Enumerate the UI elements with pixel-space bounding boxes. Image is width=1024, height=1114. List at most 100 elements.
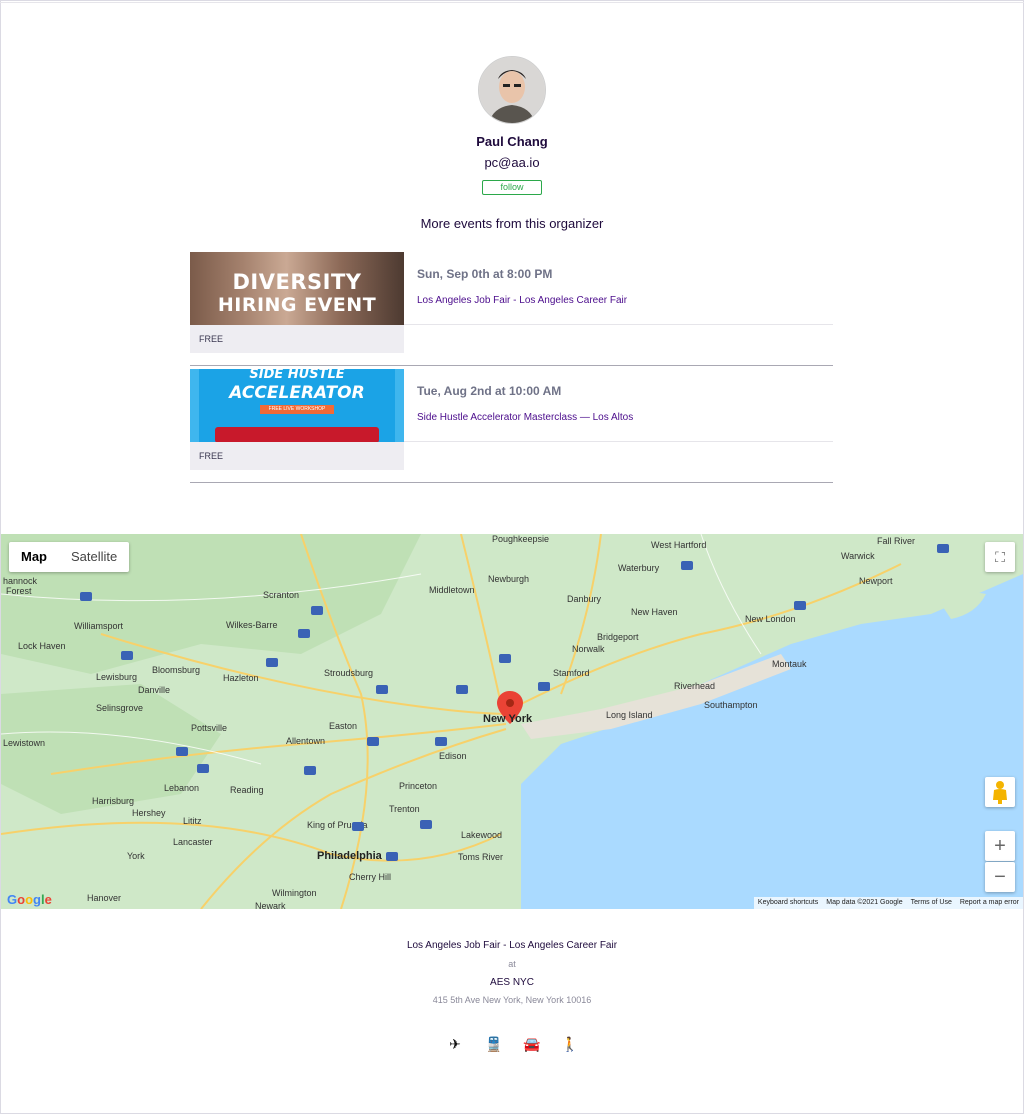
event-image-badge: FREE LIVE WORKSHOP [260, 405, 334, 414]
organizer-avatar[interactable] [478, 56, 546, 124]
ribbon-graphic [215, 427, 379, 442]
divider [190, 365, 833, 366]
satellite-view-button[interactable]: Satellite [59, 542, 129, 572]
map-label: York [127, 851, 145, 861]
map-label: Middletown [429, 585, 475, 595]
map-label: West Hartford [651, 540, 707, 550]
map-label: Newport [859, 576, 893, 586]
map-label-new-york: New York [483, 713, 533, 725]
map-label: Newark [255, 901, 286, 909]
map-label: Bridgeport [597, 632, 639, 642]
highway-shield [456, 685, 468, 694]
map-label: Princeton [399, 781, 438, 791]
map-view-button[interactable]: Map [9, 542, 59, 572]
event-image-text: HIRING EVENT [217, 294, 377, 316]
event-image-text: ACCELERATOR [229, 383, 365, 403]
event-image-text: SIDE HUSTLE [249, 369, 345, 382]
keyboard-shortcuts-link[interactable]: Keyboard shortcuts [754, 897, 822, 909]
highway-shield [367, 737, 379, 746]
organizer-section: Paul Chang pc@aa.io follow [0, 56, 1024, 195]
zoom-out-button[interactable]: − [985, 862, 1015, 892]
event-card[interactable]: SIDE HUSTLE ACCELERATOR FREE LIVE WORKSH… [190, 369, 833, 486]
highway-shield [538, 682, 550, 691]
venue-name: AES NYC [490, 977, 534, 988]
map-label: Bloomsburg [152, 665, 201, 675]
event-image[interactable]: SIDE HUSTLE ACCELERATOR FREE LIVE WORKSH… [190, 369, 404, 442]
event-title-link[interactable]: Los Angeles Job Fair - Los Angeles Caree… [417, 295, 627, 306]
map-label: Lock Haven [18, 641, 66, 651]
event-title-link[interactable]: Side Hustle Accelerator Masterclass — Lo… [417, 412, 633, 423]
event-card[interactable]: DIVERSITY HIRING EVENT FREE Sun, Sep 0th… [190, 252, 833, 369]
venue-address: 415 5th Ave New York, New York 10016 [432, 995, 592, 1005]
map-label: Montauk [772, 659, 807, 669]
map-label: Hazleton [223, 673, 259, 683]
street-view-button[interactable] [985, 777, 1015, 807]
terms-link[interactable]: Terms of Use [907, 897, 956, 909]
map-label: Philadelphia [317, 850, 382, 862]
map-label: Toms River [458, 852, 504, 862]
highway-shield [266, 658, 278, 667]
highway-shield [197, 764, 209, 773]
map-label: Harrisburg [92, 796, 135, 806]
map-label: Danbury [567, 594, 602, 604]
map-label: Norwalk [572, 644, 605, 654]
highway-shield [311, 606, 323, 615]
map-data-text: Map data ©2021 Google [826, 899, 903, 906]
more-events-title: More events from this organizer [420, 216, 604, 231]
google-logo[interactable]: Google [7, 892, 52, 907]
event-image-text: DIVERSITY [232, 270, 362, 294]
highway-shield [352, 822, 364, 831]
walk-icon[interactable]: 🚶 [561, 1036, 578, 1053]
highway-shield [937, 544, 949, 553]
highway-shield [386, 852, 398, 861]
event-image[interactable]: DIVERSITY HIRING EVENT [190, 252, 404, 325]
highway-shield [298, 629, 310, 638]
map-label: Stamford [553, 668, 590, 678]
pegman-icon [993, 781, 1007, 804]
map-label: Stroudsburg [324, 668, 374, 678]
venue-at: at [508, 959, 516, 969]
map[interactable]: Poughkeepsie West Hartford Fall River Wa… [1, 534, 1023, 909]
organizer-name: Paul Chang [476, 134, 548, 149]
map-attribution: Keyboard shortcuts Map data ©2021 Google… [753, 897, 1023, 909]
map-label: hannock [3, 576, 38, 586]
map-label: Pottsville [191, 723, 228, 733]
top-divider [0, 2, 1024, 3]
map-label: Lancaster [173, 837, 213, 847]
report-error-link[interactable]: Report a map error [956, 897, 1023, 909]
map-label: Long Island [606, 710, 653, 720]
map-label: Hershey [132, 808, 166, 818]
airplane-icon[interactable]: ✈ [447, 1036, 463, 1053]
map-label: Scranton [263, 590, 300, 600]
highway-shield [121, 651, 133, 660]
map-label: Edison [439, 751, 467, 761]
directions-options: ✈ 🚆 🚘 🚶 [0, 1036, 1024, 1053]
divider [404, 324, 833, 325]
map-label: Hanover [87, 893, 122, 903]
avatar-photo [479, 57, 545, 123]
map-label: New Haven [631, 607, 678, 617]
highway-shield [435, 737, 447, 746]
fullscreen-icon: ⛶ [995, 549, 1005, 565]
highway-shield [794, 601, 806, 610]
map-type-toggle: Map Satellite [9, 542, 130, 572]
highway-shield [176, 747, 188, 756]
map-label: Newburgh [488, 574, 530, 584]
event-date: Tue, Aug 2nd at 10:00 AM [417, 384, 562, 398]
follow-button[interactable]: follow [482, 180, 542, 195]
map-label: Wilmington [272, 888, 317, 898]
highway-shield [376, 685, 388, 694]
map-label: Cherry Hill [349, 872, 392, 882]
event-date: Sun, Sep 0th at 8:00 PM [417, 267, 553, 281]
map-label: New London [745, 614, 796, 624]
zoom-in-button[interactable]: + [985, 831, 1015, 861]
map-label: Trenton [389, 804, 420, 814]
map-label: Lititz [183, 816, 202, 826]
train-icon[interactable]: 🚆 [485, 1036, 502, 1053]
venue-event-title: Los Angeles Job Fair - Los Angeles Caree… [406, 940, 618, 951]
fullscreen-button[interactable]: ⛶ [985, 542, 1015, 572]
car-icon[interactable]: 🚘 [523, 1036, 540, 1053]
map-label: Poughkeepsie [492, 534, 550, 544]
map-label: Fall River [877, 536, 916, 546]
map-label: Waterbury [618, 563, 660, 573]
